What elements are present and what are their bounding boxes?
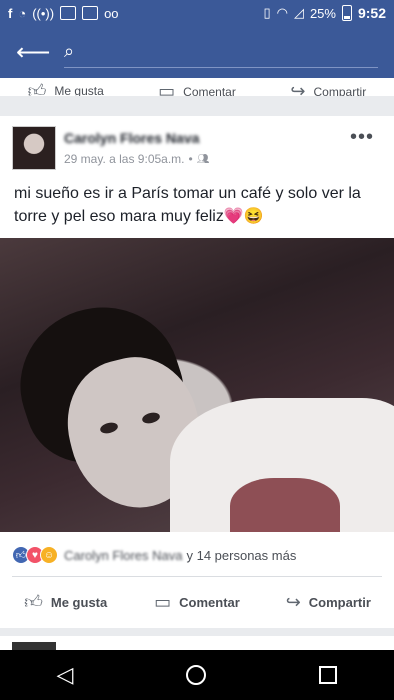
author-name[interactable]: Carolyn Flores Nava <box>64 130 199 146</box>
previous-like-label: Me gusta <box>54 84 104 96</box>
reactor-names: Carolyn Flores Nava <box>64 547 183 563</box>
previous-post-actions: 👍︎ Me gusta ▭ Comentar ↪ Compartir <box>0 78 394 96</box>
share-icon: ↪ <box>290 81 306 96</box>
app-bar: ⟵ ⌕ <box>0 26 394 78</box>
arrow-left-icon[interactable]: ⟵ <box>16 38 50 67</box>
share-label: Compartir <box>308 594 371 610</box>
post-header: Carolyn Flores Nava 29 may. a las 9:05a.… <box>0 116 394 176</box>
next-post-card <box>0 636 394 652</box>
actions-divider <box>12 576 382 577</box>
share-icon: ↪ <box>285 591 301 612</box>
haha-reaction-icon: ☺ <box>40 546 58 564</box>
search-bar[interactable]: ⌕ <box>64 36 378 68</box>
more-dots-icon[interactable]: ••• <box>350 126 374 149</box>
clock: 9:52 <box>357 5 386 21</box>
battery-percent: 25% <box>309 5 336 21</box>
nav-home-icon[interactable] <box>186 665 207 685</box>
previous-share-button[interactable]: ↪ Compartir <box>263 81 394 96</box>
hotspot-icon: ((•)) <box>32 5 55 21</box>
author-avatar[interactable] <box>12 126 56 170</box>
post-meta: 29 may. a las 9:05a.m. • 👥︎ <box>64 152 209 166</box>
previous-comment-button[interactable]: ▭ Comentar <box>131 81 262 96</box>
image-icon <box>60 6 77 20</box>
share-button[interactable]: ↪ Compartir <box>263 592 394 613</box>
thumbs-up-icon: 👍︎ <box>27 81 47 96</box>
reactions-bar[interactable]: 👍︎ ♥ ☺ Carolyn Flores Nava y 14 personas… <box>0 540 394 570</box>
previous-share-label: Compartir <box>313 84 367 97</box>
meta-separator: • <box>188 152 193 166</box>
vibrate-icon: ▯ <box>263 5 271 20</box>
search-icon: ⌕ <box>64 41 75 61</box>
post-actions: 👍︎ Me gusta ▭ Comentar ↪ Compartir <box>0 582 394 622</box>
facebook-notify-icon: f <box>8 5 13 21</box>
post-text: mi sueño es ir a París tomar un café y s… <box>14 185 361 225</box>
messenger-icon: ◔ <box>18 5 27 21</box>
wifi-icon: ◠ <box>276 5 288 20</box>
status-bar: f ◔ ((•)) oo ▯ ◠ ◿ 25% 9:52 <box>0 0 394 26</box>
comment-icon: ▭ <box>154 591 172 612</box>
like-button[interactable]: 👍︎ Me gusta <box>0 591 131 613</box>
photo-shirt <box>230 478 340 532</box>
like-label: Me gusta <box>50 594 108 610</box>
gmail-icon <box>82 6 99 20</box>
reactors-others: y 14 personas más <box>186 547 297 563</box>
android-nav-bar: ◁ <box>0 650 394 700</box>
status-left-icons: f ◔ ((•)) oo <box>8 6 119 21</box>
battery-icon <box>341 5 352 21</box>
previous-comment-label: Comentar <box>183 84 236 97</box>
comment-label: Comentar <box>179 594 240 610</box>
nav-recent-icon[interactable] <box>319 666 338 684</box>
status-right-icons: ▯ ◠ ◿ 25% 9:52 <box>263 5 386 21</box>
post-photo[interactable] <box>0 238 394 532</box>
previous-like-button[interactable]: 👍︎ Me gusta <box>0 80 131 96</box>
nav-back-icon[interactable]: ◁ <box>57 662 74 688</box>
post-card: Carolyn Flores Nava 29 may. a las 9:05a.… <box>0 116 394 628</box>
signal-icon: ◿ <box>293 5 304 20</box>
search-input[interactable] <box>82 43 362 60</box>
voicemail-icon: oo <box>104 5 119 21</box>
post-timestamp[interactable]: 29 may. a las 9:05a.m. <box>64 152 185 166</box>
thumbs-up-icon: 👍︎ <box>24 592 43 612</box>
friends-icon: 👥︎ <box>196 153 210 165</box>
comment-button[interactable]: ▭ Comentar <box>131 592 262 613</box>
reaction-icons: 👍︎ ♥ ☺ <box>12 546 58 564</box>
comment-icon: ▭ <box>158 81 176 96</box>
